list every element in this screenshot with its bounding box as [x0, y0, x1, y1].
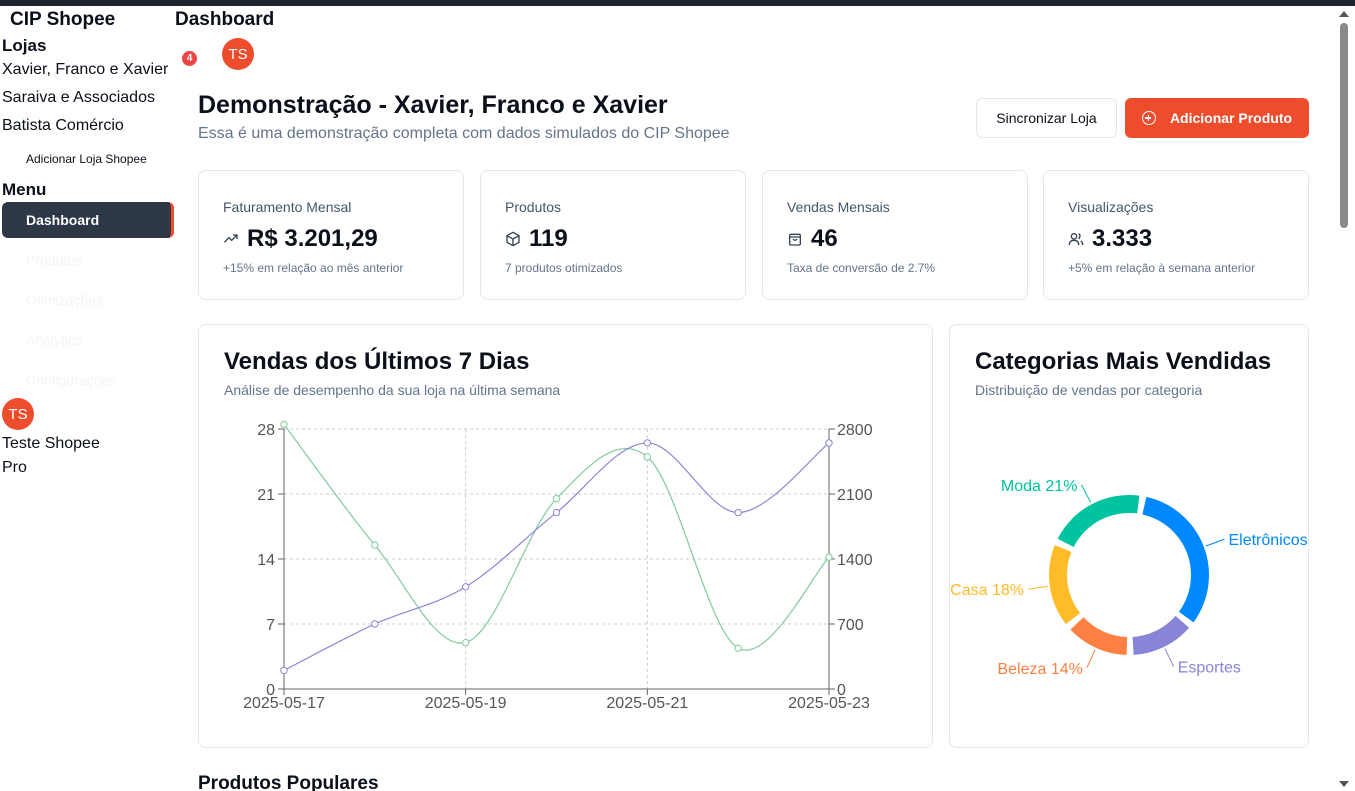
- series-line: [283, 423, 830, 651]
- stat-label: Visualizações: [1068, 199, 1154, 215]
- package-icon: [506, 231, 520, 247]
- data-point: [280, 420, 288, 429]
- data-point: [643, 453, 652, 461]
- sidebar-item-otimizacoes[interactable]: Otimizações: [26, 292, 103, 308]
- donut-slice: [1057, 495, 1140, 547]
- donut-slice: [1142, 496, 1209, 623]
- y-right-tick-label: 2100: [837, 487, 873, 504]
- store-item-saraiva[interactable]: Saraiva e Associados: [2, 89, 155, 107]
- stores-heading: Lojas: [2, 36, 47, 55]
- label-leader: [1164, 648, 1175, 667]
- add-product-label: Adicionar Produto: [1169, 110, 1293, 126]
- stat-label: Faturamento Mensal: [223, 199, 352, 215]
- stat-note: Taxa de conversão de 2.7%: [787, 261, 936, 275]
- sidebar-item-configuracoes[interactable]: Configurações: [26, 372, 116, 388]
- y-right-tick-label: 2800: [837, 422, 873, 439]
- x-tick-label: 2025-05-21: [606, 695, 688, 712]
- sales-chart-panel: Vendas dos Últimos 7 Dias Análise de des…: [198, 324, 933, 748]
- menu-heading: Menu: [2, 180, 47, 199]
- app-window: CIP Shopee Lojas Xavier, Franco e Xavier…: [0, 6, 1355, 791]
- data-point: [825, 439, 833, 447]
- data-point: [461, 583, 470, 591]
- data-point: [280, 666, 288, 675]
- slice-label: Casa 18%: [950, 582, 1024, 599]
- main-subtitle: Essa é uma demonstração completa com dad…: [198, 125, 730, 142]
- stat-card-products: Produtos 119 7 produtos otimizados: [480, 170, 746, 300]
- page-scrollbar[interactable]: [1335, 6, 1355, 791]
- scroll-up-icon[interactable]: [1339, 11, 1349, 17]
- slice-label: Beleza 14%: [997, 661, 1082, 678]
- y-left-tick-label: 28: [257, 422, 275, 439]
- x-tick-label: 2025-05-19: [425, 695, 507, 712]
- category-chart-panel: Categorias Mais Vendidas Distribuição de…: [949, 324, 1309, 748]
- user-avatar[interactable]: TS: [2, 398, 34, 430]
- plus-circle-icon: [1141, 111, 1156, 125]
- sales-line-chart: 0714212807001400210028002025-05-17 2025-0…: [243, 420, 873, 712]
- label-leader: [1080, 484, 1092, 503]
- y-right-tick-label: 1400: [837, 552, 873, 569]
- data-point: [371, 620, 379, 628]
- stat-note: +15% em relação ao mês anterior: [223, 261, 404, 275]
- label-leader: [1205, 538, 1225, 547]
- data-point: [552, 494, 561, 503]
- stat-value: 119: [529, 225, 568, 252]
- scrollbar-thumb[interactable]: [1340, 23, 1348, 228]
- slice-label: Esportes: [1178, 660, 1241, 677]
- notification-badge[interactable]: 4: [182, 51, 197, 66]
- sidebar-item-produtos[interactable]: Produtos: [26, 252, 82, 268]
- stat-label: Produtos: [505, 199, 562, 215]
- x-tick-label: 2025-05-17: [243, 695, 325, 712]
- slice-label: Eletrônicos 3: [1228, 532, 1308, 549]
- donut-slice: [1070, 617, 1128, 655]
- main-title: Demonstração - Xavier, Franco e Xavier: [198, 91, 668, 119]
- header-avatar[interactable]: TS: [222, 38, 254, 70]
- y-left-tick-label: 21: [257, 487, 275, 504]
- data-point: [371, 541, 379, 549]
- slice-label: Moda 21%: [1001, 478, 1078, 495]
- donut-slice: [1132, 615, 1190, 655]
- stat-card-views: Visualizações 3.333 +5% em relação à sem…: [1043, 170, 1309, 300]
- donut-slice: [1049, 545, 1081, 625]
- data-point: [643, 439, 652, 447]
- label-leader: [1027, 585, 1048, 590]
- data-point: [461, 638, 470, 647]
- data-point: [734, 508, 742, 517]
- data-point: [552, 508, 561, 517]
- stat-card-sales: Vendas Mensais 46 Taxa de conversão de 2…: [762, 170, 1028, 300]
- popular-products-title: Produtos Populares: [198, 773, 379, 791]
- user-name: Teste Shopee Pro: [2, 435, 100, 476]
- stat-value: R$ 3.201,29: [247, 225, 378, 252]
- add-store-button[interactable]: Adicionar Loja Shopee: [26, 152, 147, 166]
- stat-note: +5% em relação à semana anterior: [1068, 261, 1256, 275]
- sidebar: CIP Shopee Lojas Xavier, Franco e Xavier…: [0, 6, 180, 791]
- x-tick-label: 2025-05-23: [788, 695, 870, 712]
- stat-label: Vendas Mensais: [787, 199, 890, 215]
- trending-up-icon: [223, 234, 238, 243]
- sync-store-button[interactable]: Sincronizar Loja: [976, 98, 1117, 138]
- add-product-button[interactable]: Adicionar Produto: [1125, 98, 1309, 138]
- stat-card-revenue: Faturamento Mensal R$ 3.201,29 +15% em r…: [198, 170, 464, 300]
- brand-logo[interactable]: CIP Shopee: [10, 9, 115, 31]
- y-left-tick-label: 7: [266, 617, 275, 634]
- stat-value: 3.333: [1092, 225, 1153, 252]
- y-left-tick-label: 14: [257, 552, 275, 569]
- page-title: Dashboard: [175, 9, 275, 30]
- category-donut-chart: Eletrônicos 3 Esportes Beleza 14% Casa 18% M…: [950, 478, 1308, 678]
- shopping-bag-icon: [789, 233, 801, 246]
- series-line: [283, 442, 830, 671]
- store-item-xavier[interactable]: Xavier, Franco e Xavier: [2, 61, 168, 79]
- data-point: [734, 644, 742, 652]
- label-leader: [1086, 649, 1096, 669]
- scroll-down-icon[interactable]: [1339, 781, 1349, 787]
- sidebar-item-analytics[interactable]: Análytics: [26, 332, 82, 348]
- stat-value: 46: [811, 225, 838, 252]
- sidebar-item-label: Dashboard: [26, 212, 100, 228]
- users-icon: [1068, 233, 1084, 246]
- data-point: [825, 553, 833, 561]
- y-right-tick-label: 700: [837, 617, 864, 634]
- sidebar-item-dashboard[interactable]: Dashboard: [2, 202, 174, 238]
- store-item-batista[interactable]: Batista Comércio: [2, 117, 124, 135]
- stat-note: 7 produtos otimizados: [505, 261, 623, 275]
